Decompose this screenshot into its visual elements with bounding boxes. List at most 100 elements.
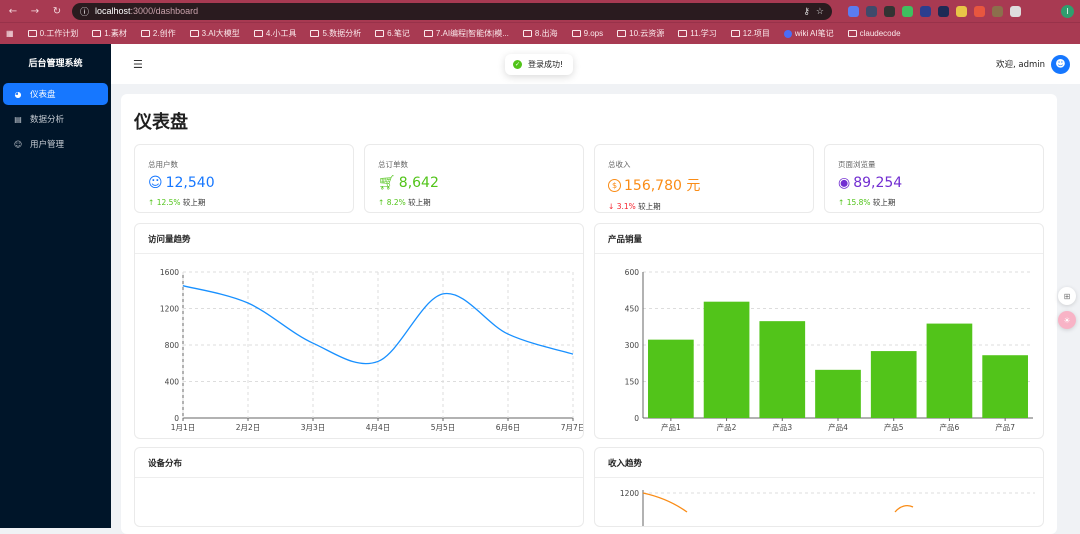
bookmark-item[interactable]: 9.ops xyxy=(571,29,603,38)
bookmark-item[interactable]: 11.学习 xyxy=(678,28,717,39)
stat-card-orders: 总订单数 🛒︎ 8,642 ↑ 8.2% 较上期 xyxy=(364,144,584,213)
device-chart-card: 设备分布 xyxy=(134,447,584,527)
cart-icon: 🛒︎ xyxy=(378,175,396,191)
extension-icon[interactable] xyxy=(848,5,859,17)
arrow-down-icon: ↓ xyxy=(608,202,615,211)
bookmark-item[interactable]: 1.素材 xyxy=(92,28,127,39)
x-tick-label: 产品1 xyxy=(661,422,681,432)
menu-fold-icon[interactable]: ☰ xyxy=(133,58,143,71)
y-tick-label: 1200 xyxy=(160,305,179,314)
puzzle-icon[interactable] xyxy=(1010,5,1021,17)
folder-icon xyxy=(27,30,37,37)
folder-icon xyxy=(617,30,627,37)
bookmark-item[interactable]: 3.AI大模型 xyxy=(189,28,240,39)
y-tick-label: 800 xyxy=(165,341,180,350)
extension-icon[interactable] xyxy=(884,5,895,17)
stat-card-pageviews: 页面浏览量 ◉ 89,254 ↑ 15.8% 较上期 xyxy=(824,144,1044,213)
dashboard-content: 仪表盘 总用户数 ☺ 12,540 ↑ 12.5% 较上期 总订单数 🛒︎ 8,64… xyxy=(121,94,1057,534)
translate-icon[interactable]: ☀ xyxy=(1058,311,1076,329)
y-tick-label: 0 xyxy=(174,414,179,423)
stat-change: ↑ 8.2% 较上期 xyxy=(378,198,431,207)
x-tick-label: 4月4日 xyxy=(366,423,391,432)
stat-label: 总订单数 xyxy=(378,160,408,169)
folder-icon xyxy=(678,30,688,37)
sidebar-item-label: 仪表盘 xyxy=(30,90,56,100)
stat-value: ☺ 12,540 xyxy=(148,175,215,191)
key-icon[interactable]: ⚷ xyxy=(803,6,810,17)
reload-icon[interactable]: ↻ xyxy=(50,6,64,17)
forward-icon[interactable]: → xyxy=(28,6,42,17)
eye-icon: ◉ xyxy=(838,175,851,191)
sidebar-item-analytics[interactable]: ▤ 数据分析 xyxy=(3,108,108,130)
floating-tools: ⊞ ☀ xyxy=(1058,287,1076,329)
x-tick-label: 产品6 xyxy=(940,422,960,432)
star-icon[interactable]: ☆ xyxy=(816,6,824,17)
bookmark-item[interactable]: 8.出海 xyxy=(522,28,558,39)
sales-chart-card: 产品销量 0 150 300 450 600 产品1 产品2 产品3 产品4 产品5 产品6 产品7 xyxy=(594,223,1044,439)
x-tick-label: 5月5日 xyxy=(431,423,456,432)
y-tick-label: 1600 xyxy=(160,268,179,277)
charts-row: 访问量趋势 0 400 800 1200 1600 1月1日 2月2日 3月3日 4月4日 5月5… xyxy=(134,223,1044,439)
extension-icon[interactable] xyxy=(956,5,967,17)
x-tick-label: 产品5 xyxy=(884,422,904,432)
avatar[interactable]: ☻ xyxy=(1051,54,1070,74)
extension-icon[interactable] xyxy=(920,5,931,17)
x-tick-label: 产品2 xyxy=(717,422,737,432)
bookmark-item[interactable]: 12.项目 xyxy=(730,28,770,39)
stats-row: 总用户数 ☺ 12,540 ↑ 12.5% 较上期 总订单数 🛒︎ 8,642 ↑ … xyxy=(134,144,1044,213)
stat-change: ↓ 3.1% 较上期 xyxy=(608,202,661,211)
y-tick-label: 600 xyxy=(625,268,640,277)
profile-avatar[interactable]: l xyxy=(1061,4,1074,18)
main-area: ☰ ✓ 登录成功! 欢迎, admin ☻ 仪表盘 总用户数 ☺ 12,540 ↑… xyxy=(111,44,1080,534)
income-chart-card: 收入趋势 1200 xyxy=(594,447,1044,527)
user-icon: ☺ xyxy=(13,139,23,149)
income-line-chart: 1200 xyxy=(620,489,1035,526)
x-tick-label: 产品3 xyxy=(772,422,792,432)
url-host: localhost xyxy=(95,6,131,16)
stat-label: 页面浏览量 xyxy=(838,160,876,169)
extension-icon[interactable] xyxy=(866,5,877,17)
sidebar-item-dashboard[interactable]: ◕ 仪表盘 xyxy=(3,83,108,105)
extension-icon[interactable] xyxy=(902,5,913,17)
stat-value: 🛒︎ 8,642 xyxy=(378,175,439,191)
bookmark-item[interactable]: 10.云资源 xyxy=(617,28,664,39)
y-tick-label: 400 xyxy=(165,378,180,387)
welcome-text: 欢迎, admin xyxy=(995,60,1045,70)
bookmark-item[interactable]: 2.创作 xyxy=(140,28,176,39)
extension-icon[interactable] xyxy=(974,5,985,17)
bookmark-item[interactable]: 6.笔记 xyxy=(375,28,410,39)
bookmark-item[interactable]: 4.小工具 xyxy=(253,28,296,39)
bookmark-item[interactable]: 0.工作计划 xyxy=(27,28,78,39)
site-info-icon[interactable]: ⓘ xyxy=(80,5,89,18)
sidebar-item-users[interactable]: ☺ 用户管理 xyxy=(3,133,108,155)
back-icon[interactable]: ← xyxy=(6,6,20,17)
folder-icon xyxy=(522,30,532,37)
arrow-up-icon: ↑ xyxy=(148,198,155,207)
grid-add-icon[interactable]: ⊞ xyxy=(1058,287,1076,305)
bookmark-item[interactable]: claudecode xyxy=(847,29,901,38)
x-tick-label: 产品7 xyxy=(995,422,1015,432)
x-tick-label: 产品4 xyxy=(828,422,848,432)
address-bar[interactable]: ⓘ localhost:3000/dashboard ⚷ ☆ xyxy=(72,2,832,20)
extension-icon[interactable] xyxy=(938,5,949,17)
app-root: 后台管理系统 ◕ 仪表盘 ▤ 数据分析 ☺ 用户管理 ☰ ✓ 登录成功! 欢迎,… xyxy=(0,44,1080,534)
url-path: :3000/dashboard xyxy=(130,6,199,16)
bookmark-item[interactable]: 5.数据分析 xyxy=(310,28,361,39)
toast-text: 登录成功! xyxy=(528,60,564,69)
y-tick-label: 0 xyxy=(634,414,639,423)
extension-icon[interactable] xyxy=(992,5,1003,17)
bar xyxy=(926,323,973,418)
folder-icon xyxy=(310,30,320,37)
bookmark-item[interactable]: 7.AI编程|智能体|模... xyxy=(423,28,509,39)
bar xyxy=(759,321,806,418)
folder-icon xyxy=(253,30,263,37)
folder-icon xyxy=(375,30,385,37)
folder-icon xyxy=(730,30,740,37)
bookmark-item[interactable]: wiki AI笔记 xyxy=(783,28,834,39)
folder-icon xyxy=(571,30,581,37)
folder-icon xyxy=(847,30,857,37)
apps-icon[interactable]: ▦ xyxy=(6,29,14,38)
chart-title: 收入趋势 xyxy=(595,448,1043,478)
chart-title: 访问量趋势 xyxy=(135,224,583,254)
y-tick-label: 450 xyxy=(625,305,640,314)
